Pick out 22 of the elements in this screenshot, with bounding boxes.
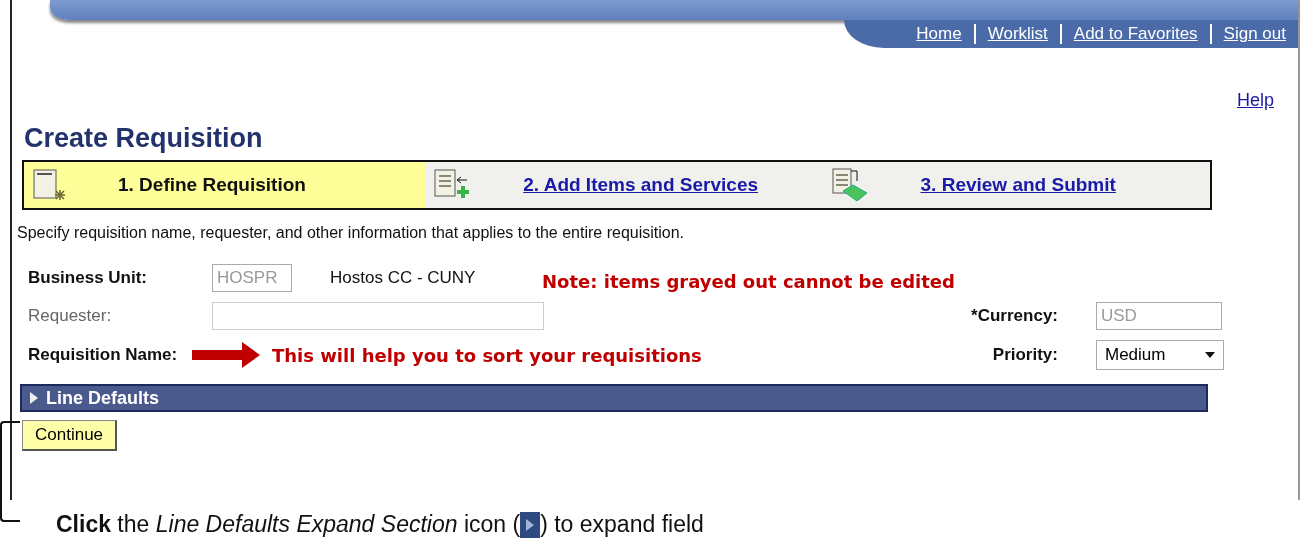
field-label: Requisition Name: [28,345,179,365]
step-tab[interactable]: 2. Add Items and Services [425,162,823,208]
annotation-text: This will help you to sort your requisitions [272,344,702,366]
field-label: *Currency: [971,306,1058,326]
field-label: Business Unit: [28,268,149,288]
continue-button[interactable]: Continue [22,420,118,451]
step-tab[interactable]: 1. Define Requisition [24,162,426,208]
priority-dropdown[interactable]: Medium [1096,340,1224,370]
nav-link[interactable]: Sign out [1209,24,1298,44]
field-label: Requester: [28,306,113,326]
page-title: Create Requisition [24,123,264,154]
note-text: Note: items grayed out cannot be edited [542,271,955,292]
step-tab[interactable]: 3. Review and Submit [822,162,1210,208]
help-link[interactable]: Help [1236,90,1274,111]
nav-link[interactable]: Worklist [973,24,1060,44]
page-description: Specify requisition name, requester, and other information that applies to the entire requisition. [17,224,686,242]
nav-link[interactable]: Add to Favorites [1059,24,1210,44]
unit-name: Hostos CC - CUNY [330,268,476,288]
field-label: Priority: [992,345,1058,365]
section-header[interactable]: Line Defaults [20,384,1208,412]
instruction-text: Click the Line Defaults Expand Section icon ( ) to expand field [56,511,704,538]
nav-link[interactable]: Home [904,24,974,44]
